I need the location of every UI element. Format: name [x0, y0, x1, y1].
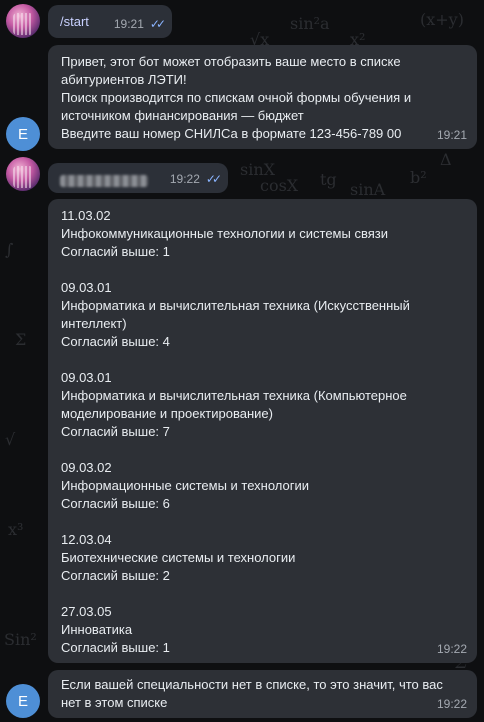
- message-line: Поиск производится по спискам очной форм…: [61, 90, 412, 105]
- message-bubble-note[interactable]: Если вашей специальности нет в списке, т…: [48, 670, 477, 718]
- message-bubble-greeting[interactable]: Привет, этот бот может отобразить ваше м…: [48, 45, 477, 149]
- result-code: 27.03.05: [61, 604, 112, 619]
- bot-avatar-letter: E: [17, 125, 28, 143]
- message-time: 19:22: [436, 642, 467, 656]
- result-item: 11.03.02 Инфокоммуникационные технологии…: [61, 207, 477, 261]
- result-agree: Согласий выше: 2: [61, 568, 170, 583]
- message-line: Если вашей специальности нет в списке, т…: [61, 677, 443, 692]
- message-line: Введите ваш номер СНИЛСа в формате 123-4…: [61, 126, 402, 141]
- double-check-icon: ✓✓: [205, 172, 222, 186]
- message-meta: 19:22: [437, 695, 467, 713]
- result-name: Биотехнические системы и технологии: [61, 550, 296, 565]
- result-name: Информатика и вычислительная техника (Ис…: [61, 298, 410, 313]
- message-meta: 19:22: [437, 640, 467, 658]
- result-code: 11.03.02: [61, 208, 111, 223]
- result-code: 09.03.01: [61, 280, 112, 295]
- user-avatar[interactable]: [6, 157, 40, 191]
- message-time: 19:22: [169, 172, 200, 186]
- result-code: 09.03.01: [61, 370, 112, 385]
- result-name: моделирование и проектирование): [61, 406, 273, 421]
- double-check-icon: ✓✓: [149, 17, 166, 31]
- result-item: 27.03.05 Инноватика Согласий выше: 1: [61, 603, 477, 657]
- message-bubble-snils[interactable]: 19:22 ✓✓: [48, 163, 228, 193]
- bot-avatar-letter: E: [17, 692, 28, 710]
- message-bubble-start[interactable]: /start 19:21 ✓✓: [48, 5, 172, 38]
- result-name: Информационные системы и технологии: [61, 478, 309, 493]
- result-agree: Согласий выше: 1: [61, 244, 170, 259]
- result-item: 09.03.02 Информационные системы и технол…: [61, 459, 477, 513]
- user-avatar[interactable]: [6, 4, 40, 38]
- message-meta: 19:21 ✓✓: [113, 15, 166, 33]
- message-bubble-results[interactable]: 11.03.02 Инфокоммуникационные технологии…: [48, 199, 477, 663]
- message-line: абитуриентов ЛЭТИ!: [61, 72, 187, 87]
- result-code: 09.03.02: [61, 460, 112, 475]
- message-time: 19:22: [436, 697, 467, 711]
- result-name: интеллект): [61, 316, 127, 331]
- result-agree: Согласий выше: 6: [61, 496, 170, 511]
- result-name: Инфокоммуникационные технологии и систем…: [61, 226, 388, 241]
- message-time: 19:21: [436, 128, 467, 142]
- result-item: 12.03.04 Биотехнические системы и технол…: [61, 531, 477, 585]
- result-agree: Согласий выше: 4: [61, 334, 170, 349]
- message-line: Привет, этот бот может отобразить ваше м…: [61, 54, 401, 69]
- bot-avatar[interactable]: E: [6, 117, 40, 151]
- result-name: Инноватика: [61, 622, 133, 637]
- message-line: нет в этом списке: [61, 695, 168, 710]
- bot-avatar[interactable]: E: [6, 684, 40, 718]
- result-code: 12.03.04: [61, 532, 112, 547]
- result-agree: Согласий выше: 7: [61, 424, 170, 439]
- message-meta: 19:22 ✓✓: [169, 170, 222, 188]
- result-name: Информатика и вычислительная техника (Ко…: [61, 388, 407, 403]
- message-text: /start: [60, 14, 89, 29]
- message-time: 19:21: [113, 17, 144, 31]
- result-item: 09.03.01 Информатика и вычислительная те…: [61, 279, 477, 351]
- redacted-snils: [60, 174, 148, 187]
- message-line: источником финансирования — бюджет: [61, 108, 304, 123]
- result-item: 09.03.01 Информатика и вычислительная те…: [61, 369, 477, 441]
- result-agree: Согласий выше: 1: [61, 640, 170, 655]
- message-meta: 19:21: [437, 126, 467, 144]
